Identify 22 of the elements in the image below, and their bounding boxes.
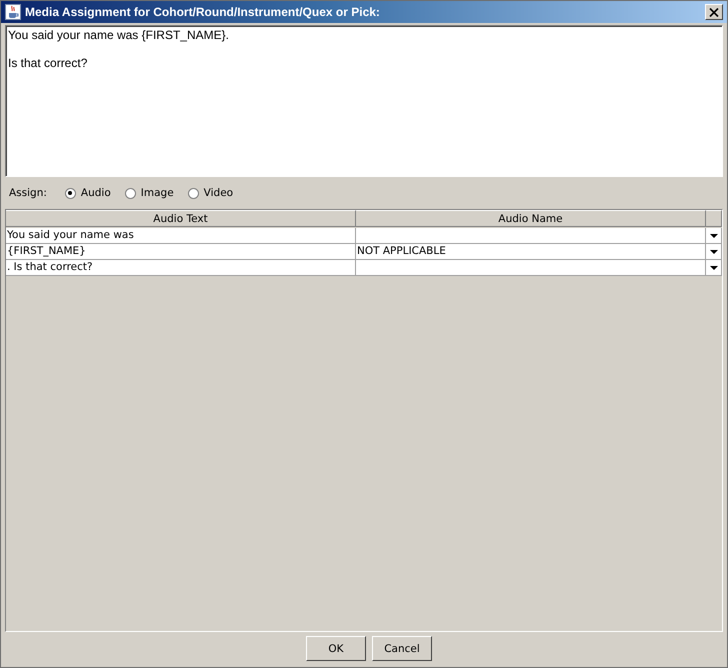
dropdown-cell[interactable]: NOT APPLICABLE (356, 244, 706, 260)
table-cell: {FIRST_NAME} (6, 244, 356, 260)
paragraph: You said your name was {FIRST_NAME}. (8, 28, 230, 42)
assign-label: Assign: (9, 187, 47, 199)
radio-option[interactable]: Image (124, 187, 174, 199)
radio-option[interactable]: Audio (64, 187, 111, 199)
close-button[interactable] (705, 4, 723, 20)
table-cell: . Is that correct? (6, 260, 356, 276)
coffee-cup-icon (5, 4, 21, 20)
column-header: Audio Text (6, 210, 356, 227)
window-title: Media Assignment for Cohort/Round/Instrument/Quex or Pick: (25, 5, 381, 19)
text-area[interactable]: You said your name was {FIRST_NAME}. Is that correct? (5, 25, 723, 177)
dropdown-arrow-icon[interactable] (710, 234, 718, 238)
radio-option[interactable]: Video (188, 187, 234, 199)
dropdown-arrow-icon[interactable] (710, 266, 718, 270)
column-header: Audio Name (356, 210, 706, 227)
close-icon (709, 8, 719, 16)
dialog-button[interactable]: OK (306, 636, 366, 661)
dropdown-arrow-icon[interactable] (710, 250, 718, 254)
paragraph: Is that correct? (8, 56, 88, 70)
table-cell: You said your name was (6, 228, 356, 244)
dialog-button[interactable]: Cancel (372, 636, 432, 661)
